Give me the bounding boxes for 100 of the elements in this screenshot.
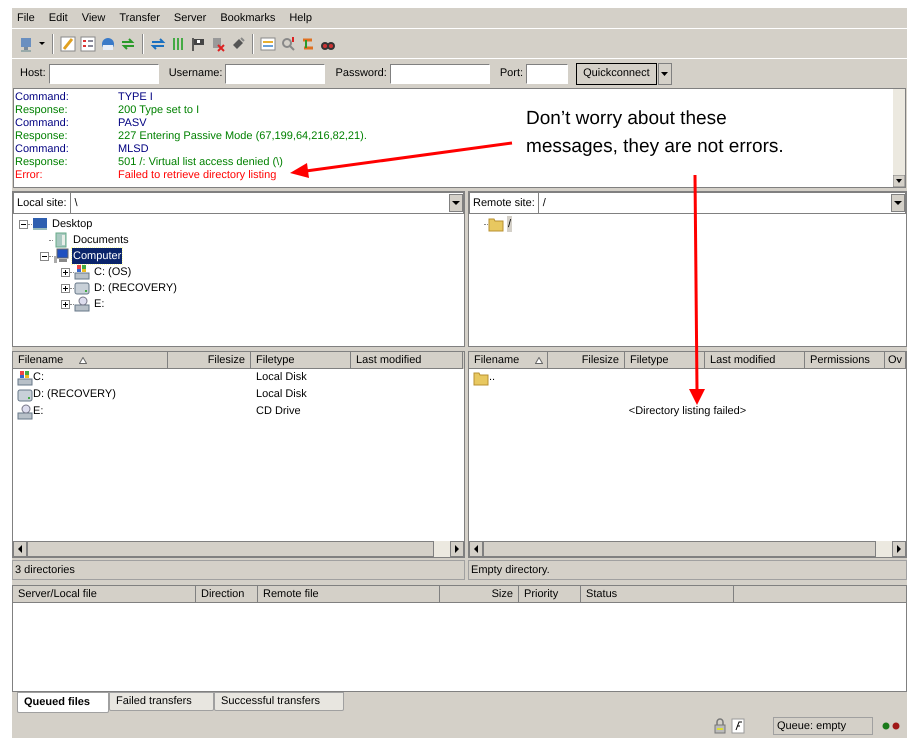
menu-item[interactable]: Transfer: [119, 10, 160, 26]
tree-item[interactable]: /: [507, 216, 512, 232]
cd-drive-icon: [74, 296, 90, 312]
pencil-icon[interactable]: [60, 36, 76, 52]
tab[interactable]: Successful transfers: [214, 692, 344, 711]
column-header[interactable]: Size: [440, 586, 519, 603]
tree-item[interactable]: D: (RECOVERY): [93, 280, 178, 296]
column-header[interactable]: Last modified: [351, 352, 463, 369]
status-text: Empty directory.: [468, 560, 907, 580]
tab[interactable]: Failed transfers: [109, 692, 214, 711]
column-header[interactable]: Filename: [13, 352, 168, 369]
column-label: Permissions: [810, 352, 870, 368]
lock-icon: [713, 718, 727, 734]
expand-icon[interactable]: [61, 268, 70, 276]
menu-item[interactable]: Server: [174, 10, 206, 26]
log-label: Command:: [15, 117, 70, 130]
computer-icon: [53, 248, 69, 264]
monitor-icon: [32, 216, 48, 232]
column-header[interactable]: Filetype: [625, 352, 705, 369]
column-header[interactable]: Remote file: [258, 586, 440, 603]
vertical-scrollbar[interactable]: [893, 89, 905, 187]
log-label: Response:: [15, 156, 69, 169]
refresh-icon[interactable]: [150, 36, 166, 52]
file-name: ..: [489, 370, 496, 386]
document-icon: [731, 718, 745, 734]
menu-item[interactable]: Help: [289, 10, 312, 26]
log-message: PASV: [118, 117, 147, 130]
column-label: Filesize: [582, 352, 619, 368]
sort-icon: [535, 356, 544, 364]
log-message: Failed to retrieve directory listing: [118, 169, 276, 182]
column-header[interactable]: Ov: [885, 352, 906, 369]
menu-item[interactable]: View: [82, 10, 106, 26]
column-header[interactable]: Filetype: [251, 352, 351, 369]
file-type: CD Drive: [255, 404, 301, 420]
quickconnect-button[interactable]: Quickconnect: [576, 62, 657, 84]
column-header[interactable]: Filesize: [168, 352, 251, 369]
column-label: Last modified: [710, 352, 776, 368]
tree-item[interactable]: E:: [93, 296, 106, 312]
column-header[interactable]: Filename: [469, 352, 548, 369]
drive-icon: [17, 370, 33, 386]
expand-icon[interactable]: [61, 284, 70, 292]
field-label: Port:: [500, 66, 524, 82]
file-name: D: (RECOVERY): [33, 387, 116, 402]
input-field[interactable]: [225, 64, 326, 84]
tree-item[interactable]: Desktop: [51, 216, 94, 232]
sort-icon: [79, 356, 88, 364]
column-label: Filetype: [630, 352, 669, 368]
input-field[interactable]: [390, 64, 490, 84]
tree-item[interactable]: Documents: [72, 232, 130, 248]
log-message: 501 /: Virtual list access denied (\): [118, 156, 283, 169]
log-message: MLSD: [118, 143, 149, 156]
collapse-icon[interactable]: [40, 252, 49, 260]
column-header[interactable]: Permissions: [805, 352, 885, 369]
field-label: Host:: [20, 66, 46, 82]
tree-item[interactable]: Computer: [72, 248, 122, 264]
window-icon[interactable]: [260, 36, 276, 52]
flag-icon[interactable]: [190, 36, 206, 52]
column-header[interactable]: Direction: [196, 586, 258, 603]
log-label: Response:: [15, 130, 69, 143]
drive-icon: [17, 386, 33, 402]
column-header[interactable]: Status: [581, 586, 734, 603]
log-label: Command:: [15, 143, 70, 156]
drive-icon: [74, 280, 90, 296]
log-label: Error:: [15, 169, 44, 182]
caret-icon: [660, 70, 669, 76]
dropdown-button[interactable]: [658, 62, 672, 84]
tree-item[interactable]: C: (OS): [93, 264, 132, 280]
input-field[interactable]: [48, 64, 159, 84]
field-label: Password:: [335, 66, 387, 82]
cd-drive-icon: [17, 404, 33, 420]
column-header[interactable]: Priority: [519, 586, 581, 603]
magnifier-icon[interactable]: [280, 36, 296, 52]
log-label: Response:: [15, 104, 69, 117]
arrows-icon[interactable]: [120, 36, 136, 52]
log-message: 227 Entering Passive Mode (67,199,64,216,82,21).: [118, 130, 367, 143]
file-name: E:: [33, 404, 44, 420]
menu-item[interactable]: Bookmarks: [220, 10, 276, 26]
document-icon: [53, 232, 69, 248]
file-type: Local Disk: [255, 387, 307, 402]
expand-icon[interactable]: [61, 300, 70, 308]
log-message: TYPE I: [118, 91, 153, 104]
list-icon[interactable]: [80, 36, 96, 52]
input-field[interactable]: [526, 64, 568, 84]
menu-item[interactable]: File: [17, 10, 35, 26]
collapse-icon[interactable]: [19, 220, 28, 228]
field-label: Username:: [168, 66, 222, 82]
column-header[interactable]: Server/Local file: [13, 586, 196, 603]
column-label: Filetype: [256, 352, 295, 368]
column-header[interactable]: Last modified: [705, 352, 805, 369]
column-header[interactable]: Filesize: [548, 352, 625, 369]
log-label: Command:: [15, 91, 70, 104]
queue-status: Queue: empty: [773, 717, 873, 735]
file-name: C:: [33, 370, 44, 386]
column-label: Filesize: [208, 352, 245, 368]
menu-item[interactable]: Edit: [48, 10, 68, 26]
empty-message: <Directory listing failed>: [628, 404, 748, 419]
file-type: Local Disk: [255, 370, 307, 386]
column-label: Last modified: [356, 352, 422, 368]
status-text: 3 directories: [12, 560, 465, 580]
tab[interactable]: Queued files: [17, 692, 109, 713]
